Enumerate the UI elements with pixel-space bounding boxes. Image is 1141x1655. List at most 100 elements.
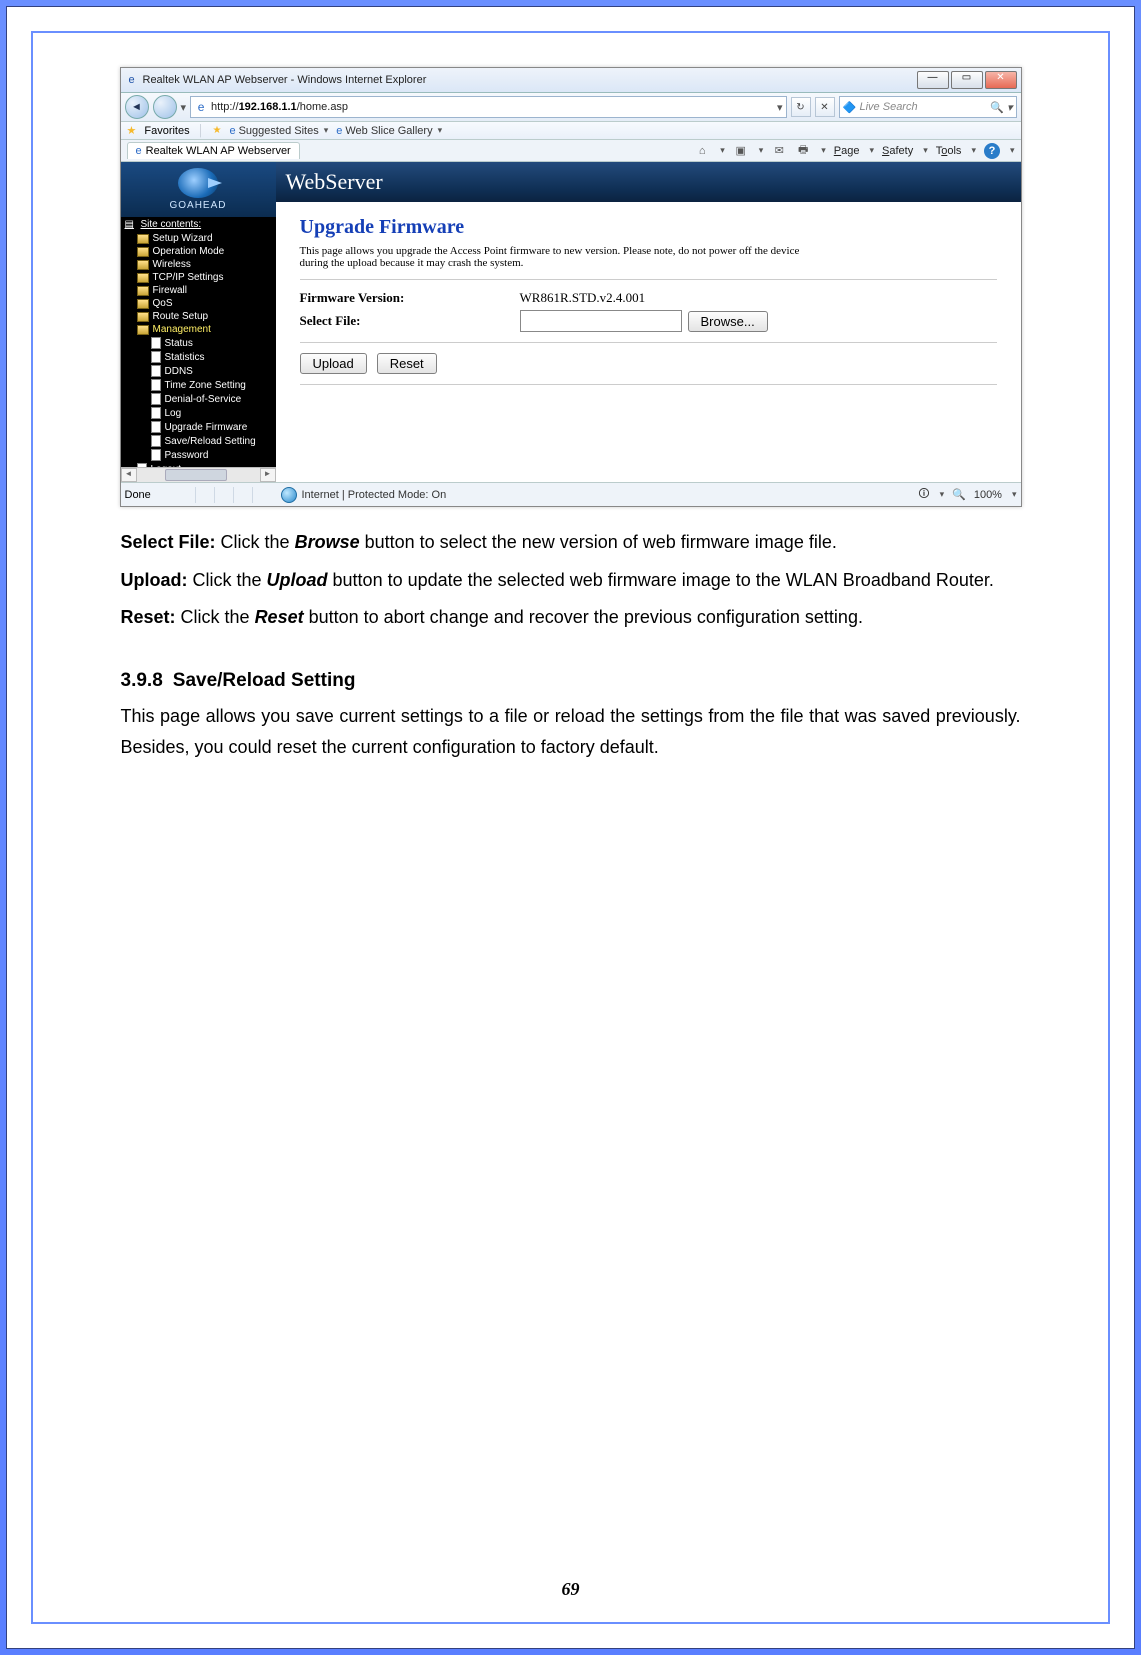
doc-p-selectfile: Select File: Click the Browse button to …: [121, 527, 1021, 559]
browse-button[interactable]: Browse...: [688, 311, 768, 332]
doc-icon: [151, 393, 161, 405]
folder-icon: [137, 260, 149, 270]
goahead-logo-icon: [178, 168, 218, 198]
site-contents-header: ▤ Site contents:: [121, 217, 276, 232]
doc-icon: [151, 407, 161, 419]
tree-label: Status: [165, 338, 193, 349]
tree-node[interactable]: Denial-of-Service: [121, 392, 276, 406]
tree-node[interactable]: Statistics: [121, 350, 276, 364]
close-button[interactable]: ✕: [985, 71, 1017, 89]
tree-label: Management: [153, 324, 211, 335]
doc-heading-398: 3.9.8 Save/Reload Setting: [121, 664, 1021, 697]
tree-node[interactable]: Operation Mode: [121, 245, 276, 258]
tree-label: Log: [165, 408, 182, 419]
tree-node[interactable]: Setup Wizard: [121, 232, 276, 245]
zoom-icon[interactable]: 🔍: [952, 488, 966, 501]
back-button[interactable]: ◄: [125, 95, 149, 119]
rss-icon[interactable]: ▣: [733, 143, 749, 159]
nav-bar: ◄ ▾ e http://192.168.1.1/home.asp ▾ ↻ ✕ …: [121, 93, 1021, 122]
tree-label: Wireless: [153, 259, 191, 270]
mail-icon[interactable]: ✉: [771, 143, 787, 159]
firmware-version-value: WR861R.STD.v2.4.001: [520, 290, 646, 306]
tools-menu[interactable]: ToolsTools: [936, 145, 962, 157]
favorites-label[interactable]: Favorites: [144, 125, 189, 137]
tree-label: Route Setup: [153, 311, 209, 322]
search-icon[interactable]: 🔍: [990, 101, 1004, 114]
tree-label: Save/Reload Setting: [165, 436, 256, 447]
safety-menu[interactable]: SafetySafety: [882, 145, 913, 157]
favorites-bar: ★ Favorites │ ★ e Suggested Sites ▾ e We…: [121, 122, 1021, 140]
doc-icon: [151, 337, 161, 349]
command-bar: ⌂▾ ▣▾ ✉ 🖶▾ PPageage▾ SafetySafety▾ Tools…: [694, 143, 1014, 159]
status-grid: [195, 487, 271, 503]
home-icon[interactable]: ⌂: [694, 143, 710, 159]
forward-button[interactable]: [153, 95, 177, 119]
tree-node[interactable]: Upgrade Firmware: [121, 420, 276, 434]
print-icon[interactable]: 🖶: [795, 143, 811, 159]
minimize-button[interactable]: —: [917, 71, 949, 89]
doc-p-upload: Upload: Click the Upload button to updat…: [121, 565, 1021, 597]
security-icon[interactable]: 🛈: [918, 485, 929, 504]
tree-node[interactable]: Log: [121, 406, 276, 420]
tree-node-management[interactable]: Management: [121, 323, 276, 336]
firmware-version-label: Firmware Version:: [300, 290, 520, 306]
tree-node[interactable]: Firewall: [121, 284, 276, 297]
address-bar[interactable]: e http://192.168.1.1/home.asp ▾: [190, 96, 786, 118]
tree-node[interactable]: Status: [121, 336, 276, 350]
tree-node[interactable]: Password: [121, 448, 276, 462]
page-icon: e: [194, 100, 208, 114]
document-body: Select File: Click the Browse button to …: [121, 527, 1021, 764]
tree-label: Password: [165, 450, 209, 461]
address-dropdown-icon[interactable]: ▾: [777, 101, 783, 114]
sidebar-logo: GOAHEAD: [121, 162, 276, 217]
tree-label: Denial-of-Service: [165, 394, 242, 405]
ie-icon: e: [125, 73, 139, 87]
select-file-label: Select File:: [300, 313, 520, 329]
tab-current[interactable]: e Realtek WLAN AP Webserver: [127, 142, 300, 159]
page-number: 69: [33, 1579, 1108, 1600]
upload-button[interactable]: Upload: [300, 353, 367, 374]
sidebar-scrollbar[interactable]: ◄ ►: [121, 467, 276, 482]
suggested-sites-link[interactable]: e Suggested Sites ▾: [229, 125, 328, 137]
search-dropdown-icon[interactable]: ▾: [1007, 101, 1013, 114]
zoom-dropdown-icon[interactable]: ▾: [1012, 489, 1017, 500]
help-icon[interactable]: ?: [984, 143, 1000, 159]
favorites-star-icon[interactable]: ★: [127, 124, 137, 137]
folder-icon: [137, 273, 149, 283]
folder-icon: [137, 247, 149, 257]
tree-label: Setup Wizard: [153, 233, 213, 244]
folder-icon: [137, 299, 149, 309]
page-menu[interactable]: PPageage: [834, 145, 860, 157]
file-input[interactable]: [520, 310, 682, 332]
main-panel: WebServer Upgrade Firmware This page all…: [276, 162, 1021, 482]
reset-button[interactable]: Reset: [377, 353, 437, 374]
folder-icon: [137, 286, 149, 296]
history-dropdown-icon[interactable]: ▾: [181, 101, 187, 114]
doc-p-reset: Reset: Click the Reset button to abort c…: [121, 602, 1021, 634]
scroll-right-icon[interactable]: ►: [260, 468, 276, 482]
scroll-left-icon[interactable]: ◄: [121, 468, 137, 482]
tab-row: e Realtek WLAN AP Webserver ⌂▾ ▣▾ ✉ 🖶▾ P…: [121, 140, 1021, 162]
stop-button[interactable]: ✕: [815, 97, 835, 117]
tree-node[interactable]: QoS: [121, 297, 276, 310]
web-slice-gallery-link[interactable]: e Web Slice Gallery ▾: [336, 125, 442, 137]
maximize-button[interactable]: ▭: [951, 71, 983, 89]
tree-node[interactable]: Time Zone Setting: [121, 378, 276, 392]
tree-node[interactable]: Wireless: [121, 258, 276, 271]
tree-node[interactable]: DDNS: [121, 364, 276, 378]
tree-node[interactable]: TCP/IP Settings: [121, 271, 276, 284]
doc-icon: [151, 365, 161, 377]
favbar-star2-icon: ★: [213, 125, 222, 136]
doc-icon: [151, 379, 161, 391]
refresh-button[interactable]: ↻: [791, 97, 811, 117]
doc-icon: [151, 449, 161, 461]
doc-icon: [151, 351, 161, 363]
scroll-thumb[interactable]: [165, 469, 227, 481]
search-box[interactable]: 🔷 Live Search 🔍 ▾: [839, 96, 1017, 118]
tree-node[interactable]: Save/Reload Setting: [121, 434, 276, 448]
search-provider-icon: 🔷: [843, 101, 857, 114]
tree-node[interactable]: Route Setup: [121, 310, 276, 323]
search-placeholder: Live Search: [860, 101, 987, 113]
tree-label: QoS: [153, 298, 173, 309]
zoom-value: 100%: [974, 489, 1002, 501]
